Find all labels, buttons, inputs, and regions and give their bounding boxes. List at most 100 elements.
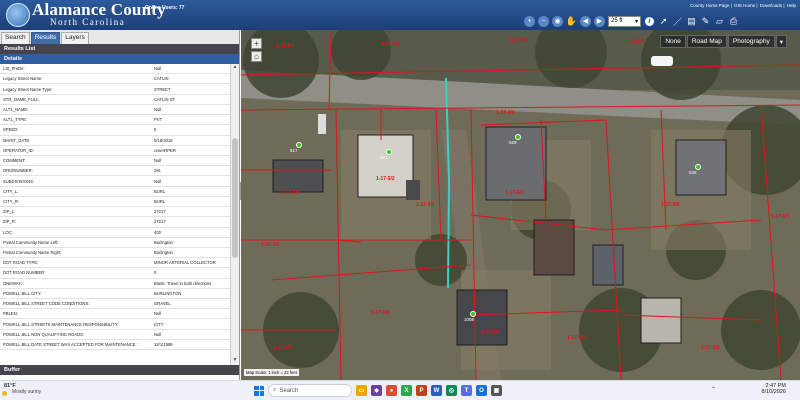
tab-search[interactable]: Search	[1, 32, 30, 44]
link-downloads[interactable]: Downloads	[760, 3, 782, 8]
top-links: County Home Page | GIS Home | Downloads …	[690, 3, 796, 8]
identify-info-icon[interactable]: i	[644, 15, 655, 27]
home-icon[interactable]: ⌂	[251, 51, 262, 62]
scale-value: 25 ft	[611, 18, 623, 24]
buffer-header[interactable]: Buffer	[0, 365, 239, 375]
windows-start-icon[interactable]	[254, 385, 264, 396]
county-seal-logo[interactable]	[6, 3, 30, 27]
attribute-row: SUBDIVISIONS: Null	[0, 176, 239, 187]
attribute-key: ALT1_NAME:	[3, 106, 29, 112]
globe-full-extent-icon[interactable]: ◉	[552, 15, 563, 27]
scale-select[interactable]: 25 ft ▾	[608, 15, 641, 27]
scroll-thumb[interactable]	[232, 138, 238, 258]
attribute-row: PBLEN: Null	[0, 309, 239, 320]
teams-icon[interactable]: T	[461, 385, 472, 396]
select-arrow-icon[interactable]: ➚	[658, 16, 669, 27]
link-help[interactable]: Help	[787, 3, 796, 8]
attribute-key: PBLEN:	[3, 311, 18, 317]
attribute-row: ZIP_R: 27217	[0, 217, 239, 228]
powerpoint-icon[interactable]: P	[416, 385, 427, 396]
link-gis-home[interactable]: GIS Home	[734, 3, 755, 8]
attribute-row: Postal Community Name Right: Burlington	[0, 248, 239, 259]
map-toolbar: + − ◉ ✋ ◀ ▶ 25 ft ▾ i ➚ ／ ▤ ✎ ▱ ⎙	[524, 13, 739, 29]
measure-ruler-icon[interactable]: ／	[672, 16, 683, 27]
attribute-row: CITY_R: BURL	[0, 197, 239, 208]
attribute-key: POWELL BILL NON QUALIFYING ROADS:	[3, 331, 85, 337]
weather-widget[interactable]: 81°F Mostly sunny	[4, 383, 41, 395]
attribute-value: Null	[154, 331, 162, 337]
weather-desc: Mostly sunny	[12, 389, 42, 395]
app-icon-green[interactable]: ◎	[446, 385, 457, 396]
attribute-row: ALT1_TYPE: PVT	[0, 115, 239, 126]
details-header[interactable]: Details	[0, 54, 239, 64]
zoom-out-icon[interactable]: −	[538, 15, 549, 27]
attribute-row: POWELL BILL STREETS MAINTENANCE RESPONSI…	[0, 319, 239, 330]
attribute-value: 12/1/1988	[154, 342, 173, 348]
next-extent-icon[interactable]: ▶	[594, 15, 605, 27]
address-number-label: 1008	[464, 317, 475, 322]
zoom-controls: + ⌂	[251, 38, 262, 62]
attribute-key: STR_NAME_FULL:	[3, 96, 40, 102]
layers-icon[interactable]: ▤	[686, 16, 697, 27]
attribute-row: ALT1_NAME: Null	[0, 105, 239, 116]
attribute-key: POWELL BILL STREETS MAINTENANCE RESPONSI…	[3, 321, 119, 327]
attribute-key: MAINT_DATE:	[3, 137, 31, 143]
attribute-row: Legacy Street Name Type: STREET	[0, 84, 239, 95]
basemap-road-button[interactable]: Road Map	[686, 35, 727, 48]
word-icon[interactable]: W	[431, 385, 442, 396]
chevron-down-icon[interactable]: ▾	[775, 35, 787, 48]
windows-taskbar: 81°F Mostly sunny ⌕ Search ▭ ◆ ● X P W ◎…	[0, 380, 800, 400]
app-icon-purple[interactable]: ◆	[371, 385, 382, 396]
attribute-row: ONEWAY: Blank- Travel in both directions	[0, 279, 239, 289]
attribute-key: ZIP_R:	[3, 219, 17, 225]
tab-layers[interactable]: Layers	[61, 32, 89, 44]
pan-hand-icon[interactable]: ✋	[566, 16, 577, 27]
sidebar-panel: Search Results Layers Results List Detai…	[0, 30, 240, 380]
results-list-header[interactable]: Results List	[0, 44, 239, 54]
attribute-value: Burlington	[154, 250, 173, 256]
attribute-row: POWELL BILL NON QUALIFYING ROADS: Null	[0, 330, 239, 340]
basemap-none-button[interactable]: None	[660, 35, 686, 48]
address-number-label: 535	[689, 170, 697, 175]
zoom-in-icon[interactable]: +	[524, 15, 535, 27]
print-icon[interactable]: ⎙	[728, 16, 739, 27]
attribute-row: GRIDNUMBER: 291	[0, 166, 239, 177]
attribute-row: Postal Community Name Left: Burlington	[0, 238, 239, 248]
eraser-icon[interactable]: ▱	[714, 16, 725, 27]
app-icon-gray[interactable]: ▣	[491, 385, 502, 396]
link-county-home[interactable]: County Home Page	[690, 3, 729, 8]
attribute-value: 0	[154, 127, 157, 133]
attribute-key: ZIP_L:	[3, 209, 16, 215]
chrome-icon[interactable]: ●	[386, 385, 397, 396]
basemap-photography-button[interactable]: Photography	[727, 35, 775, 48]
scroll-down-icon[interactable]: ▼	[231, 357, 239, 365]
map-view[interactable]: 1-17-8/7 1-17-8/4 1-17-8/1 1-17-6/2 1-17-5/2…	[241, 30, 800, 380]
basemap-switcher: None Road Map Photography ▾	[660, 35, 787, 48]
attribute-row: Legacy Street Name: CATLIN	[0, 74, 239, 85]
outlook-icon[interactable]: O	[476, 385, 487, 396]
attribute-value: 0	[154, 270, 157, 276]
search-icon: ⌕	[273, 387, 277, 393]
scroll-up-icon[interactable]: ▲	[231, 64, 239, 72]
system-clock[interactable]: 2:47 PM 8/10/2026	[762, 383, 786, 395]
attribute-key: CITY_L:	[3, 188, 19, 194]
tab-results[interactable]: Results	[30, 32, 61, 44]
clock-date: 8/10/2026	[761, 389, 786, 395]
attribute-key: OPERATOR_ID:	[3, 147, 34, 153]
attribute-value: 5/18/2018	[154, 137, 173, 143]
file-explorer-icon[interactable]: ▭	[356, 385, 367, 396]
attribute-key: COMMENT:	[3, 158, 26, 164]
attribute-row: MAINT_DATE: 5/18/2018	[0, 136, 239, 146]
previous-extent-icon[interactable]: ◀	[580, 15, 591, 27]
map-zoom-in-button[interactable]: +	[251, 38, 262, 49]
attribute-row: ZIP_L: 27217	[0, 207, 239, 218]
attribute-value: GRAVEL	[154, 301, 171, 307]
draw-pencil-icon[interactable]: ✎	[700, 16, 711, 27]
attribute-value: MINOR ARTERIAL COLLECTOR	[154, 260, 216, 266]
tray-chevron-up-icon[interactable]: ⌃	[711, 386, 716, 393]
taskbar-search[interactable]: ⌕ Search	[268, 384, 352, 397]
attribute-row: STR_NAME_FULL: CATLIN ST	[0, 95, 239, 105]
excel-icon[interactable]: X	[401, 385, 412, 396]
details-scrollbar[interactable]: ▲ ▼	[230, 64, 239, 365]
chevron-down-icon: ▾	[634, 18, 638, 25]
